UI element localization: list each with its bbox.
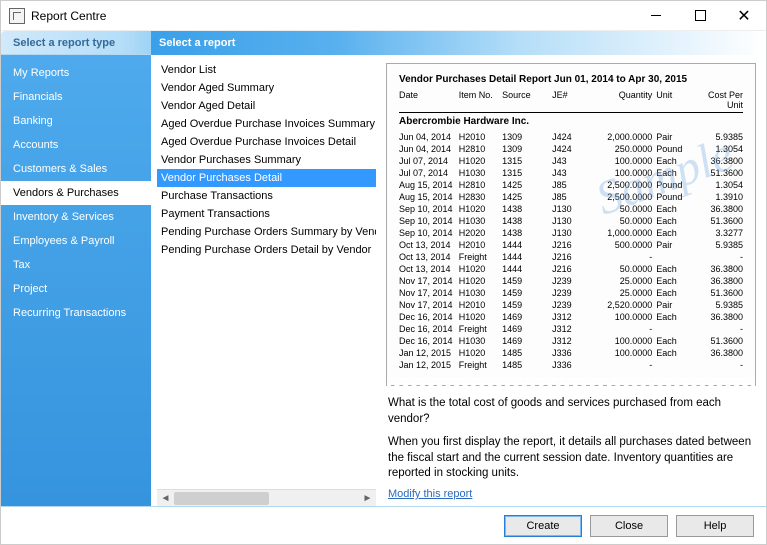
sidebar-item[interactable]: Vendors & Purchases bbox=[1, 181, 151, 205]
content-area: Select a report type My ReportsFinancial… bbox=[1, 31, 766, 506]
report-row: Sep 10, 2014H20201438J1301,000.0000Each3… bbox=[399, 227, 743, 239]
report-list-item[interactable]: Pending Purchase Orders Summary by Vendo… bbox=[157, 223, 376, 241]
report-row: Nov 17, 2014H10301459J23925.0000Each51.3… bbox=[399, 287, 743, 299]
modify-row: Modify this report bbox=[376, 482, 766, 506]
report-list-item[interactable]: Aged Overdue Purchase Invoices Summary bbox=[157, 115, 376, 133]
report-row: Dec 16, 2014Freight1469J312-- bbox=[399, 323, 743, 335]
scroll-thumb[interactable] bbox=[174, 492, 269, 505]
report-list-item[interactable]: Vendor List bbox=[157, 61, 376, 79]
report-list-scrollbar[interactable]: ◄ ► bbox=[157, 489, 376, 506]
report-row: Aug 15, 2014H28101425J852,500.0000Pound1… bbox=[399, 179, 743, 191]
scroll-right-icon[interactable]: ► bbox=[359, 490, 376, 507]
report-list-item[interactable]: Vendor Purchases Detail bbox=[157, 169, 376, 187]
footer: Create Close Help bbox=[1, 506, 766, 544]
report-list-item[interactable]: Purchase Transactions bbox=[157, 187, 376, 205]
report-row: Oct 13, 2014Freight1444J216-- bbox=[399, 251, 743, 263]
title-bar: Report Centre ✕ bbox=[1, 1, 766, 31]
report-list-item[interactable]: Vendor Aged Detail bbox=[157, 97, 376, 115]
report-list-item[interactable]: Pending Purchase Orders Detail by Vendor bbox=[157, 241, 376, 259]
maximize-button[interactable] bbox=[678, 1, 722, 31]
left-column: Select a report type My ReportsFinancial… bbox=[1, 31, 151, 506]
report-row: Jan 12, 2015Freight1485J336-- bbox=[399, 359, 743, 371]
minimize-button[interactable] bbox=[634, 1, 678, 31]
report-title: Vendor Purchases Detail Report Jun 01, 2… bbox=[399, 74, 743, 85]
sidebar-item[interactable]: Project bbox=[1, 277, 151, 301]
report-row: Jun 04, 2014H28101309J424250.0000Pound1.… bbox=[399, 143, 743, 155]
report-row: Dec 16, 2014H10201469J312100.0000Each36.… bbox=[399, 311, 743, 323]
report-row: Oct 13, 2014H10201444J21650.0000Each36.3… bbox=[399, 263, 743, 275]
report-list-item[interactable]: Vendor Purchases Summary bbox=[157, 151, 376, 169]
vendor-name: Abercrombie Hardware Inc. bbox=[399, 113, 743, 131]
close-window-button[interactable]: ✕ bbox=[722, 1, 766, 31]
modify-report-link[interactable]: Modify this report bbox=[376, 488, 472, 500]
report-list-item[interactable]: Aged Overdue Purchase Invoices Detail bbox=[157, 133, 376, 151]
scroll-left-icon[interactable]: ◄ bbox=[157, 490, 174, 507]
report-row: Nov 17, 2014H20101459J2392,520.0000Pair5… bbox=[399, 299, 743, 311]
sidebar-item[interactable]: My Reports bbox=[1, 61, 151, 85]
description-question: What is the total cost of goods and serv… bbox=[388, 396, 754, 427]
report-document: Vendor Purchases Detail Report Jun 01, 2… bbox=[386, 63, 756, 386]
close-button[interactable]: Close bbox=[590, 515, 668, 537]
help-button[interactable]: Help bbox=[676, 515, 754, 537]
report-row: Dec 16, 2014H10301469J312100.0000Each51.… bbox=[399, 335, 743, 347]
left-pane-header: Select a report type bbox=[1, 31, 151, 55]
sidebar-item[interactable]: Banking bbox=[1, 109, 151, 133]
right-column: Select a report Vendor ListVendor Aged S… bbox=[151, 31, 766, 506]
sidebar-item[interactable]: Accounts bbox=[1, 133, 151, 157]
report-row: Jul 07, 2014H10301315J43100.0000Each51.3… bbox=[399, 167, 743, 179]
report-row: Aug 15, 2014H28301425J852,500.0000Pound1… bbox=[399, 191, 743, 203]
report-row: Sep 10, 2014H10301438J13050.0000Each51.3… bbox=[399, 215, 743, 227]
report-row: Nov 17, 2014H10201459J23925.0000Each36.3… bbox=[399, 275, 743, 287]
sidebar-item[interactable]: Employees & Payroll bbox=[1, 229, 151, 253]
report-list-item[interactable]: Payment Transactions bbox=[157, 205, 376, 223]
sidebar-item[interactable]: Customers & Sales bbox=[1, 157, 151, 181]
sidebar-item[interactable]: Financials bbox=[1, 85, 151, 109]
app-icon bbox=[9, 8, 25, 24]
report-list-item[interactable]: Vendor Aged Summary bbox=[157, 79, 376, 97]
description-body: When you first display the report, it de… bbox=[388, 435, 754, 482]
report-row: Jan 12, 2015H10201485J336100.0000Each36.… bbox=[399, 347, 743, 359]
report-row: Sep 10, 2014H10201438J13050.0000Each36.3… bbox=[399, 203, 743, 215]
report-row: Oct 13, 2014H20101444J216500.0000Pair5.9… bbox=[399, 239, 743, 251]
report-list: Vendor ListVendor Aged SummaryVendor Age… bbox=[151, 55, 376, 506]
sidebar-item[interactable]: Recurring Transactions bbox=[1, 301, 151, 325]
report-row: Jun 04, 2014H20101309J4242,000.0000Pair5… bbox=[399, 131, 743, 143]
right-pane-header: Select a report bbox=[151, 31, 766, 55]
report-description: What is the total cost of goods and serv… bbox=[386, 386, 756, 492]
sidebar-item[interactable]: Tax bbox=[1, 253, 151, 277]
reports-row: Vendor ListVendor Aged SummaryVendor Age… bbox=[151, 55, 766, 506]
report-preview: Vendor Purchases Detail Report Jun 01, 2… bbox=[376, 55, 766, 506]
report-column-headers: Date Item No. Source JE# Quantity Unit C… bbox=[399, 88, 743, 113]
sidebar-item[interactable]: Inventory & Services bbox=[1, 205, 151, 229]
report-row: Jul 07, 2014H10201315J43100.0000Each36.3… bbox=[399, 155, 743, 167]
create-button[interactable]: Create bbox=[504, 515, 582, 537]
report-type-sidebar: My ReportsFinancialsBankingAccountsCusto… bbox=[1, 55, 151, 506]
window-title: Report Centre bbox=[31, 9, 634, 23]
